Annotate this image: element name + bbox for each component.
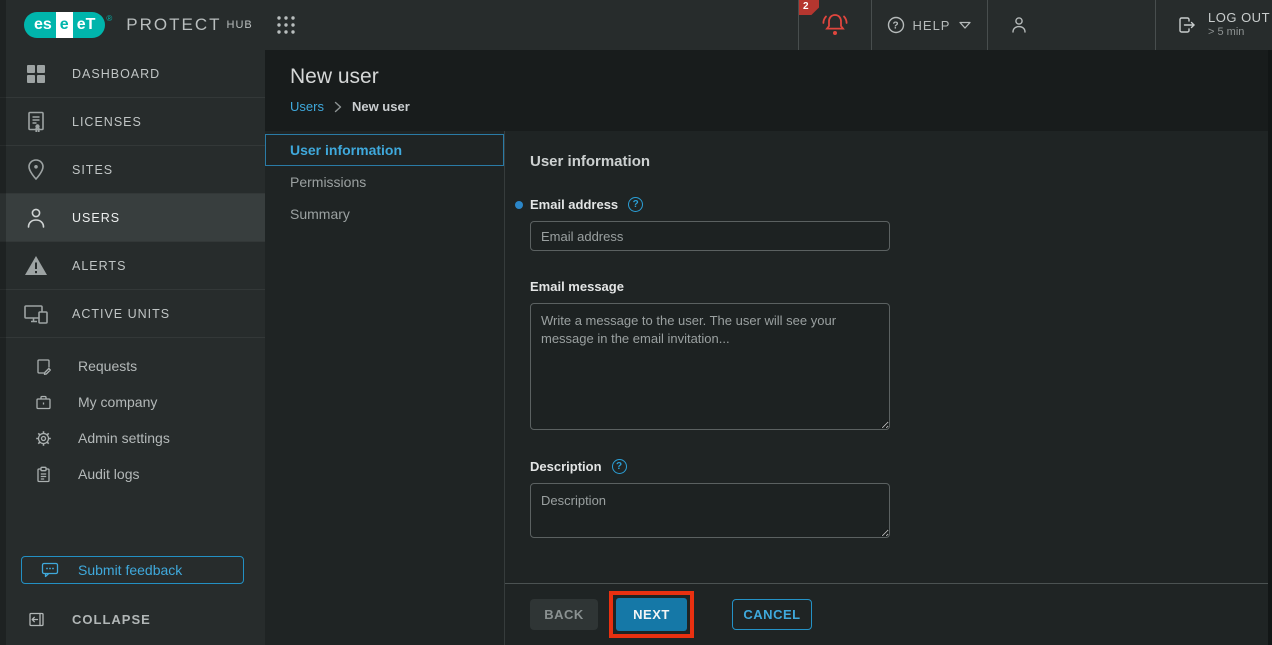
logout-timer: > 5 min [1208, 26, 1270, 40]
logo-text: e [56, 12, 73, 38]
breadcrumb: Users New user [290, 99, 1272, 114]
wizard-footer: BACK NEXT CANCEL [505, 583, 1268, 645]
logo-text: es [24, 12, 56, 38]
email-message-textarea[interactable] [530, 303, 890, 430]
email-address-input[interactable] [530, 221, 890, 251]
description-label-row: Description ? [530, 459, 1268, 474]
sidebar-item-label: ACTIVE UNITS [72, 307, 170, 321]
email-help-icon[interactable]: ? [628, 197, 643, 212]
description-label: Description [530, 459, 602, 474]
sidebar-item-label: LICENSES [72, 115, 142, 129]
top-bar: es e eT ® PROTECT HUB 2 [0, 0, 1272, 50]
breadcrumb-users-link[interactable]: Users [290, 99, 324, 114]
bell-icon [818, 10, 852, 40]
active-units-icon [0, 301, 72, 327]
scrollbar-gutter[interactable] [1268, 50, 1272, 645]
alerts-icon [0, 253, 72, 279]
brand: es e eT ® PROTECT HUB [0, 12, 297, 38]
back-button[interactable]: BACK [530, 599, 598, 630]
settings-icon [34, 430, 52, 447]
required-indicator [515, 201, 523, 209]
email-label-row: Email address ? [530, 197, 1268, 212]
licenses-icon [0, 109, 72, 135]
sidebar-item-label: Admin settings [78, 430, 170, 446]
description-help-icon[interactable]: ? [612, 459, 627, 474]
notifications-button[interactable]: 2 [798, 0, 871, 50]
logo-text: eT [73, 12, 106, 38]
email-message-label: Email message [530, 279, 624, 294]
sidebar-item-label: SITES [72, 163, 113, 177]
sidebar-item-active-units[interactable]: ACTIVE UNITS [0, 290, 265, 338]
email-message-label-row: Email message [530, 279, 1268, 294]
collapse-label: COLLAPSE [72, 612, 151, 627]
product-name: PROTECT [126, 15, 221, 35]
sidebar-item-label: Audit logs [78, 466, 139, 482]
sidebar-item-licenses[interactable]: LICENSES [0, 98, 265, 146]
sidebar-item-admin-settings[interactable]: Admin settings [0, 420, 265, 456]
sidebar-item-sites[interactable]: SITES [0, 146, 265, 194]
breadcrumb-chevron-icon [333, 101, 343, 113]
user-icon [1009, 15, 1029, 35]
sidebar-item-label: My company [78, 394, 157, 410]
form-panel: User information Email address ? Email m… [505, 131, 1268, 645]
sidebar-item-label: USERS [72, 211, 120, 225]
sidebar-item-label: Requests [78, 358, 137, 374]
next-button[interactable]: NEXT [616, 598, 687, 631]
sidebar-item-audit-logs[interactable]: Audit logs [0, 456, 265, 492]
help-icon: ? [887, 16, 905, 34]
feedback-label: Submit feedback [78, 562, 182, 578]
collapse-icon [0, 611, 72, 628]
users-icon [0, 205, 72, 231]
sites-icon [0, 157, 72, 183]
help-label: HELP [913, 18, 951, 33]
company-icon [34, 394, 52, 411]
wizard-steps: User information Permissions Summary [265, 131, 505, 645]
user-profile-button[interactable] [987, 0, 1155, 50]
product-suffix: HUB [227, 19, 253, 31]
logout-label: LOG OUT [1208, 10, 1270, 26]
wizard-content: User information Permissions Summary Use… [265, 131, 1268, 645]
sidebar-item-requests[interactable]: Requests [0, 348, 265, 384]
chevron-down-icon [958, 20, 972, 30]
email-address-label: Email address [530, 197, 618, 212]
help-menu[interactable]: ? HELP [871, 0, 987, 50]
sidebar-item-label: DASHBOARD [72, 67, 160, 81]
sidebar-item-users[interactable]: USERS [0, 194, 265, 242]
step-user-information[interactable]: User information [265, 134, 504, 166]
sidebar-secondary-nav: Requests My company [0, 348, 265, 492]
logout-icon [1176, 14, 1198, 36]
registered-mark: ® [106, 14, 112, 23]
annotation-highlight: NEXT [609, 591, 694, 638]
sidebar-item-alerts[interactable]: ALERTS [0, 242, 265, 290]
svg-text:?: ? [892, 21, 899, 32]
sidebar: DASHBOARD LICENSES SITES U [0, 50, 265, 645]
form-heading: User information [530, 153, 1268, 170]
sidebar-item-dashboard[interactable]: DASHBOARD [0, 50, 265, 98]
app-launcher-icon[interactable] [275, 14, 297, 36]
audit-logs-icon [34, 466, 52, 483]
submit-feedback-button[interactable]: Submit feedback [21, 556, 244, 584]
breadcrumb-current: New user [352, 99, 410, 114]
step-permissions[interactable]: Permissions [265, 166, 504, 198]
main-content: New user Users New user User information… [265, 50, 1272, 645]
notification-badge: 2 [799, 0, 819, 15]
user-information-form: User information Email address ? Email m… [505, 131, 1268, 583]
feedback-icon [22, 562, 78, 578]
topbar-actions: 2 ? HELP [798, 0, 1272, 50]
requests-icon [34, 358, 52, 375]
collapse-sidebar-button[interactable]: COLLAPSE [0, 599, 265, 639]
cancel-button[interactable]: CANCEL [732, 599, 812, 630]
dashboard-icon [0, 61, 72, 87]
logout-button[interactable]: LOG OUT > 5 min [1155, 0, 1272, 50]
sidebar-item-label: ALERTS [72, 259, 126, 273]
description-textarea[interactable] [530, 483, 890, 538]
step-summary[interactable]: Summary [265, 198, 504, 230]
page-title: New user [290, 65, 1272, 89]
sidebar-item-my-company[interactable]: My company [0, 384, 265, 420]
eset-logo-icon: es e eT [24, 12, 105, 38]
page-header: New user Users New user [265, 50, 1272, 131]
